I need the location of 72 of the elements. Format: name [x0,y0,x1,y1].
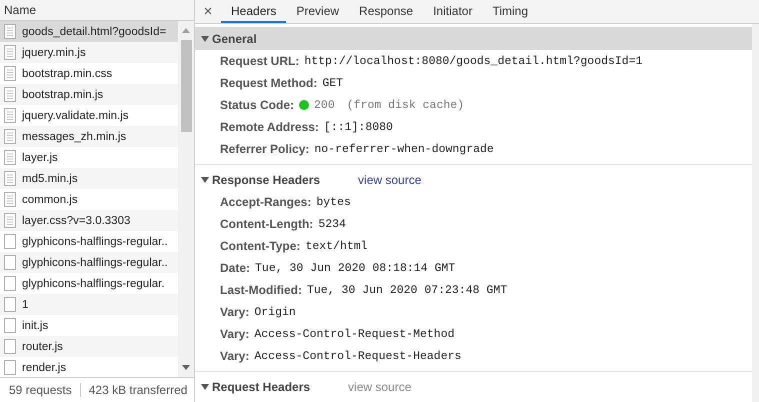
header-value: GET [322,76,344,90]
blank-file-icon [4,255,16,270]
header-name: Remote Address: [220,120,319,134]
expand-icon [201,36,209,42]
header-name: Accept-Ranges: [220,195,312,209]
request-row[interactable]: bootstrap.min.js [0,84,178,105]
header-value: Tue, 30 Jun 2020 08:18:14 GMT [255,262,456,274]
header-name: Vary: [220,305,250,319]
header-name: Content-Type: [220,239,300,253]
document-icon [4,192,16,207]
document-icon [4,87,16,102]
close-button[interactable]: × [195,0,221,23]
request-row[interactable]: glyphicons-halflings-regular.. [0,252,178,273]
tab[interactable]: Response [349,0,424,23]
document-icon [4,129,16,144]
header-name: Referrer Policy: [220,142,310,156]
header-value: Access-Control-Request-Method [254,328,454,340]
status-note: (from disk cache) [346,98,464,112]
document-icon [4,171,16,186]
blank-file-icon [4,318,16,333]
header-value: no-referrer-when-downgrade [314,142,494,156]
status-code: 200 [314,98,335,112]
transferred-size: 423 kB transferred [88,383,188,397]
column-header[interactable]: Name [0,0,194,21]
section-header[interactable]: General [195,27,752,50]
header-name: Date: [220,261,250,275]
header-name: Last-Modified: [220,283,302,297]
scrollbar-thumb[interactable] [180,40,192,132]
tab[interactable]: Headers [221,0,286,23]
header-value: [::1]:8080 [324,120,393,134]
blank-file-icon [4,297,16,312]
header-value: 5234 [318,218,346,230]
request-count: 59 requests [9,383,72,397]
request-row[interactable]: goods_detail.html?goodsId= [0,21,178,42]
header-name: Vary: [220,327,250,341]
header-name: Request URL: [220,54,300,68]
scroll-down-icon[interactable] [182,365,190,370]
request-row[interactable]: messages_zh.min.js [0,126,178,147]
scrollbar[interactable] [178,21,194,377]
tab[interactable]: Initiator [423,0,482,23]
blank-file-icon [4,276,16,291]
request-row[interactable]: jquery.min.js [0,42,178,63]
tab[interactable]: Preview [286,0,350,23]
header-name: Vary: [220,349,250,363]
document-icon [4,66,16,81]
tab[interactable]: Timing [482,0,538,23]
section-header[interactable]: Response Headers view source [195,168,752,191]
header-name: Request Method: [220,76,318,90]
header-value: Access-Control-Request-Headers [254,350,462,362]
header-value: bytes [316,196,351,208]
request-row[interactable]: 1 [0,294,178,315]
header-value: http://localhost:8080/goods_detail.html?goodsId=1 [304,54,642,68]
request-row[interactable]: router.js [0,336,178,357]
header-value: Tue, 30 Jun 2020 07:23:48 GMT [307,284,508,296]
blank-file-icon [4,339,16,354]
document-icon [4,45,16,60]
expand-icon [201,176,209,182]
expand-icon [201,384,209,390]
header-name: Status Code: [220,98,294,112]
document-icon [4,150,16,165]
blank-file-icon [4,360,16,375]
header-value: Origin [254,306,296,318]
view-source-link[interactable]: view source [358,172,422,186]
request-row[interactable]: layer.css?v=3.0.3303 [0,210,178,231]
scroll-up-icon[interactable] [182,28,190,33]
header-name: Content-Length: [220,217,314,231]
document-icon [4,108,16,123]
request-row[interactable]: md5.min.js [0,168,178,189]
header-value: text/html [305,240,368,252]
blank-file-icon [4,234,16,249]
document-icon [4,24,16,39]
document-icon [4,213,16,228]
